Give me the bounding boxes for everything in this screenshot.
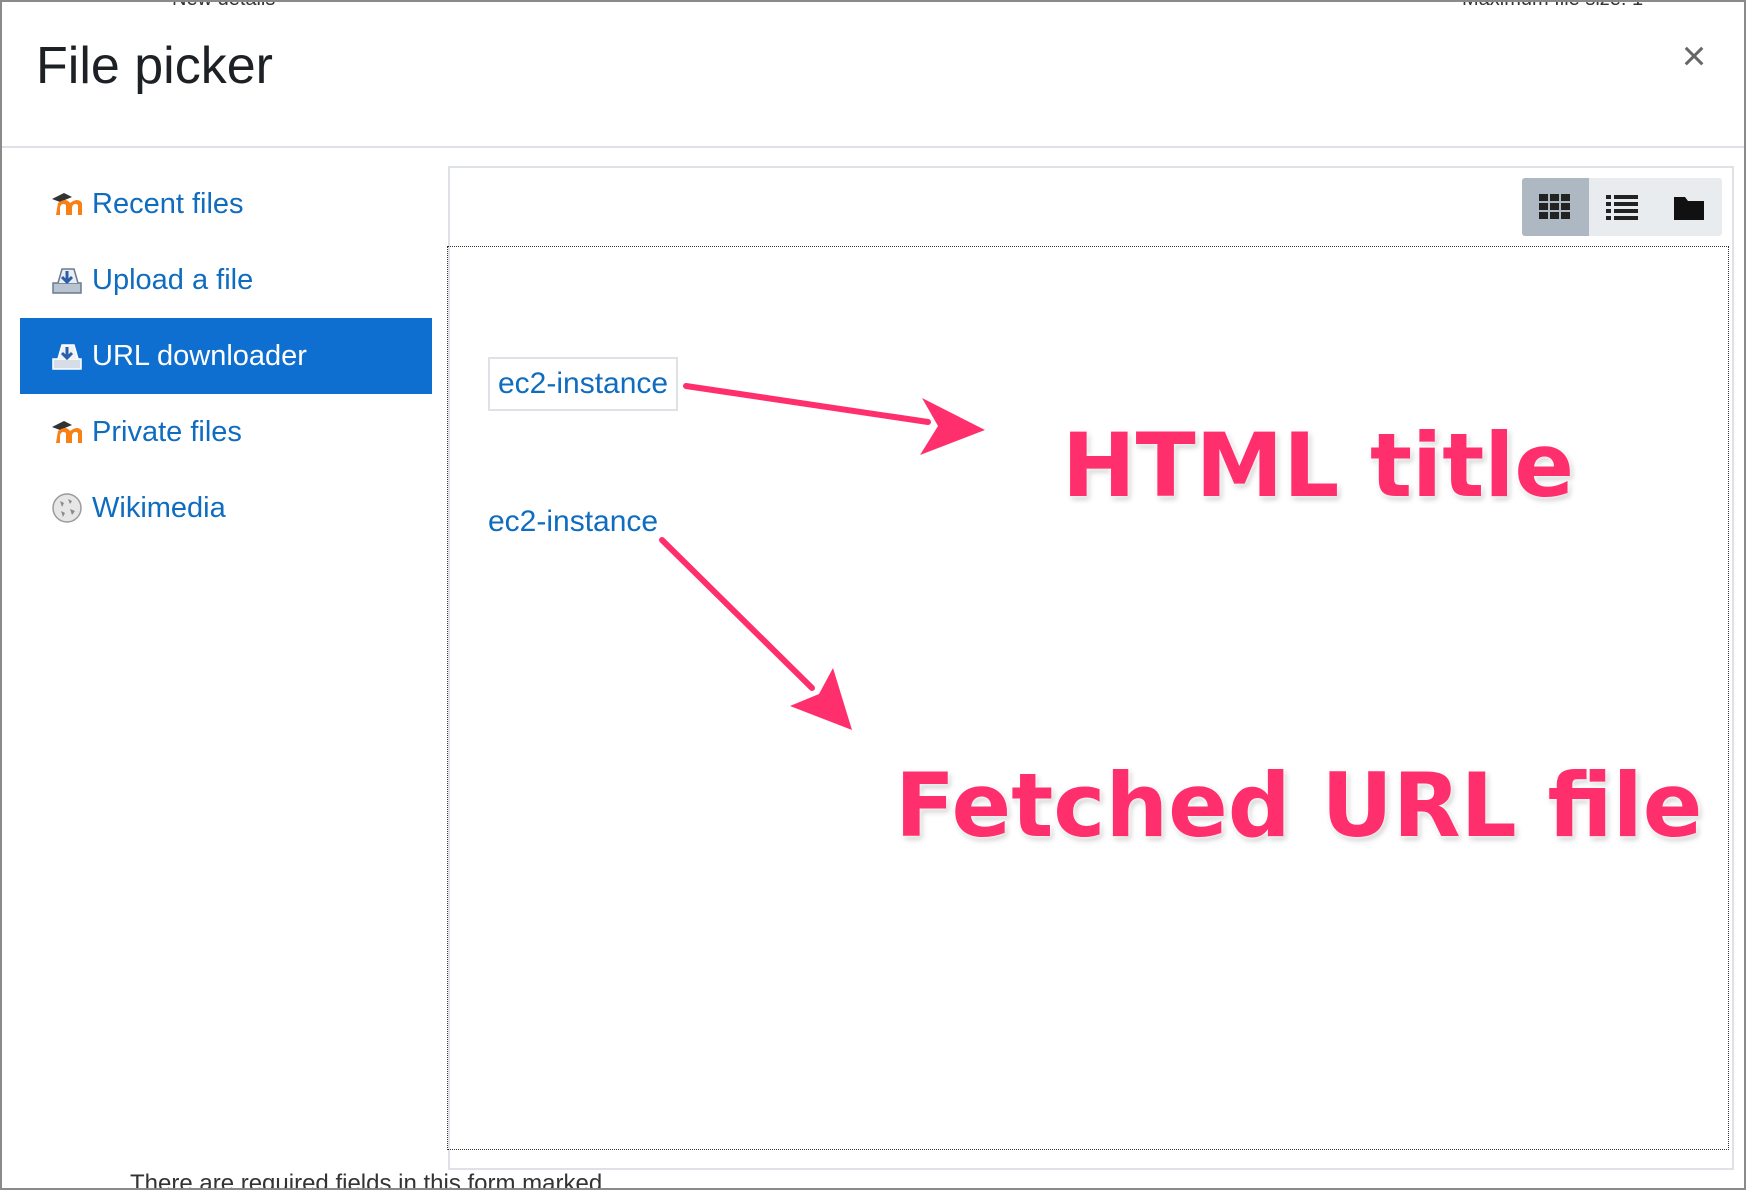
- file-listing-area: ec2-instance ec2-instance: [447, 246, 1729, 1150]
- sidebar-item-label: Wikimedia: [92, 491, 226, 524]
- sidebar-item-label: Upload a file: [92, 263, 254, 296]
- wikimedia-icon: [50, 491, 84, 525]
- sidebar-item-label: Recent files: [92, 187, 244, 220]
- dialog-title: File picker: [36, 37, 273, 95]
- sidebar-item-wikimedia[interactable]: Wikimedia: [20, 470, 432, 546]
- list-view-button[interactable]: [1589, 178, 1656, 236]
- moodle-icon: [50, 187, 84, 221]
- html-title-item[interactable]: ec2-instance: [488, 357, 679, 411]
- list-icon: [1606, 195, 1638, 220]
- sidebar-item-private-files[interactable]: Private files: [20, 394, 432, 470]
- sidebar-item-url-downloader[interactable]: URL downloader: [20, 318, 432, 394]
- annotation-fetched-url-file: Fetched URL file: [895, 754, 1703, 857]
- sidebar-item-recent-files[interactable]: Recent files: [20, 166, 432, 242]
- close-icon[interactable]: ×: [1674, 35, 1714, 77]
- sidebar-item-upload-a-file[interactable]: Upload a file: [20, 242, 432, 318]
- sidebar-item-label: URL downloader: [92, 339, 307, 372]
- folder-icon: [1673, 197, 1704, 220]
- repository-sidebar: Recent files Upload a file URL downloade…: [20, 166, 432, 546]
- file-picker-dialog: New details Maximum file size: 1 File pi…: [0, 0, 1746, 1190]
- dialog-header: File picker ×: [2, 2, 1744, 148]
- moodle-icon: [50, 415, 84, 449]
- sidebar-item-label: Private files: [92, 415, 242, 448]
- grid-icon: [1539, 194, 1571, 219]
- annotation-html-title: HTML title: [1062, 414, 1575, 517]
- upload-icon: [50, 263, 84, 297]
- fetched-file-link[interactable]: ec2-instance: [488, 505, 658, 539]
- file-browser-panel: ec2-instance ec2-instance: [447, 166, 1734, 1170]
- icons-view-button[interactable]: [1522, 178, 1589, 236]
- view-switcher: [1522, 178, 1722, 236]
- download-icon: [50, 339, 84, 373]
- tree-view-button[interactable]: [1655, 178, 1722, 236]
- background-text: There are required fields in this form m…: [130, 1170, 603, 1190]
